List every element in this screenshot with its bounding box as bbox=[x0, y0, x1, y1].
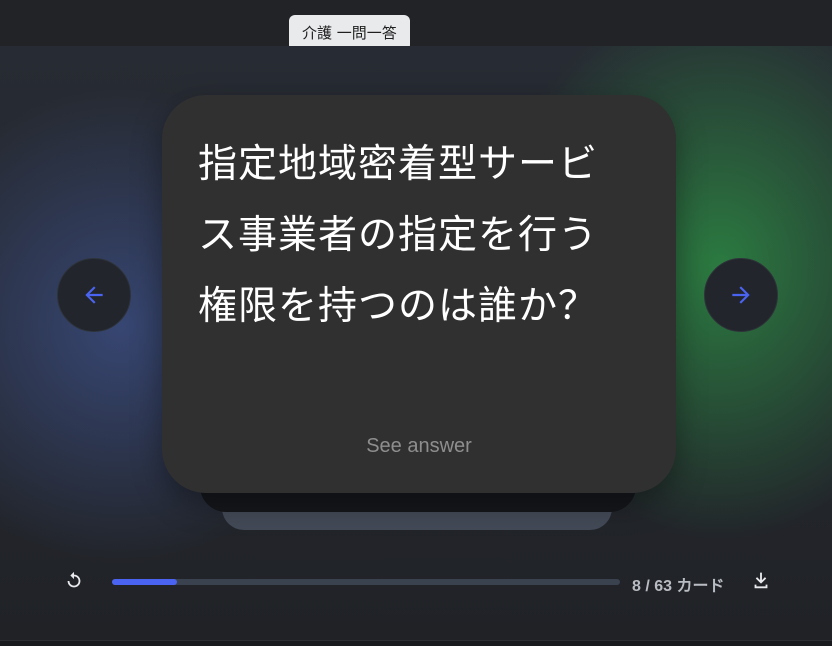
restart-icon bbox=[67, 571, 81, 588]
card-counter: 8 / 63 カード bbox=[632, 578, 725, 595]
previous-card-button[interactable] bbox=[57, 258, 131, 332]
card-question: 指定地域密着型サービス事業者の指定を行う権限を持つのは誰か？ bbox=[198, 142, 599, 329]
next-card-button[interactable] bbox=[704, 258, 778, 332]
progress-bar[interactable] bbox=[112, 579, 620, 585]
progress-fill bbox=[112, 579, 177, 585]
see-answer-button[interactable]: See answer bbox=[162, 435, 676, 458]
arrow-left-icon bbox=[85, 286, 103, 304]
download-button[interactable] bbox=[748, 567, 774, 593]
download-icon bbox=[754, 572, 768, 589]
top-bar: 介護 一問一答 bbox=[0, 0, 832, 51]
deck-controls: 8 / 63 カード bbox=[0, 566, 832, 596]
flashcard[interactable]: 指定地域密着型サービス事業者の指定を行う権限を持つのは誰か？ See answe… bbox=[162, 95, 676, 493]
restart-button[interactable] bbox=[61, 568, 87, 594]
bottom-strip bbox=[0, 640, 832, 646]
arrow-right-icon bbox=[732, 286, 750, 304]
